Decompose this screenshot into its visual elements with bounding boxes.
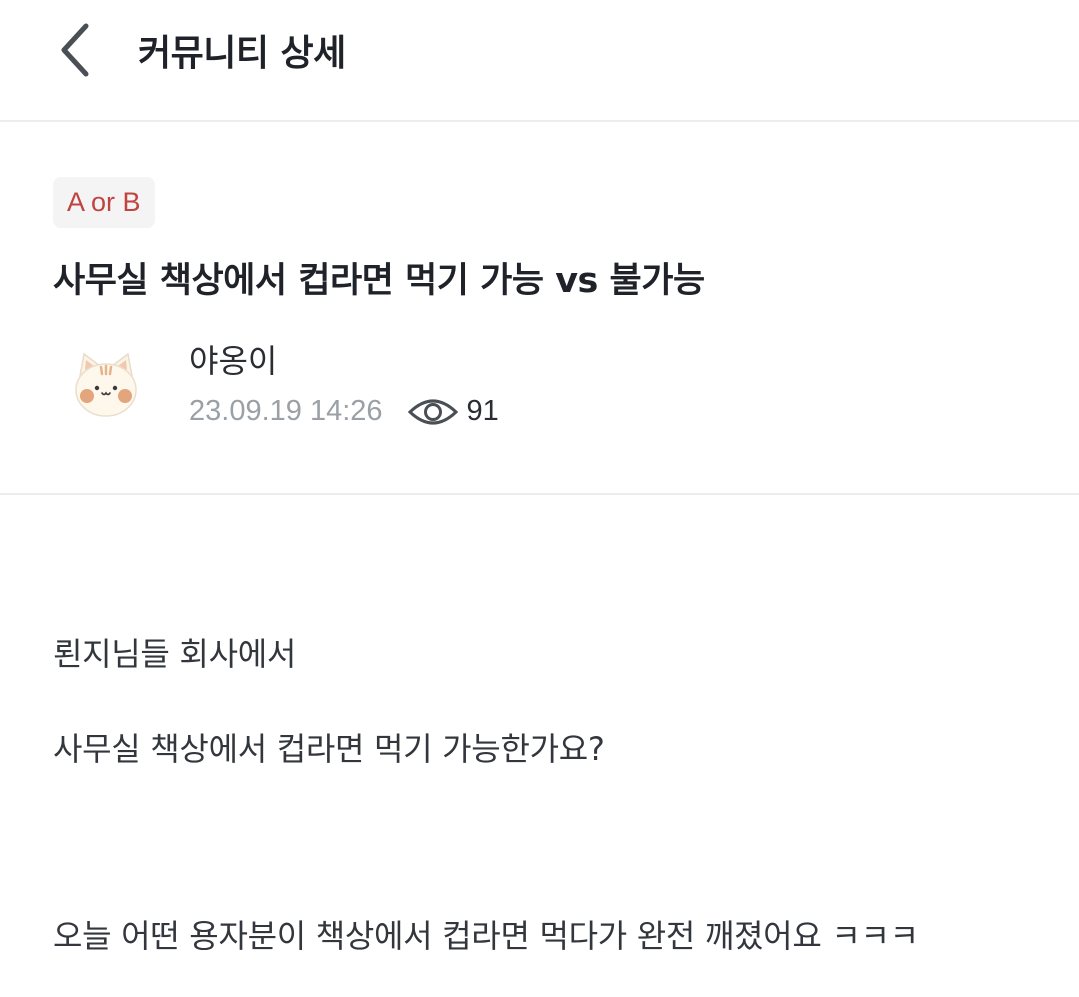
post-header: A or B 사무실 책상에서 컵라면 먹기 가능 vs 불가능 야옹이 23.… bbox=[0, 122, 1079, 495]
view-count: 91 bbox=[466, 395, 499, 427]
post-meta: 23.09.19 14:26 91 bbox=[189, 395, 499, 428]
author-name[interactable]: 야옹이 bbox=[189, 336, 277, 382]
top-app-bar: 커뮤니티 상세 bbox=[0, 0, 1079, 122]
chevron-left-icon bbox=[61, 23, 89, 77]
back-button[interactable] bbox=[48, 18, 100, 82]
post-title: 사무실 책상에서 컵라면 먹기 가능 vs 불가능 bbox=[53, 261, 705, 301]
eye-icon bbox=[407, 396, 459, 428]
post-body-line: 사무실 책상에서 컵라면 먹기 가능한가요? bbox=[53, 730, 605, 768]
post-body-line: 뢴지님들 회사에서 bbox=[53, 635, 296, 673]
page-title: 커뮤니티 상세 bbox=[138, 33, 346, 74]
category-tag[interactable]: A or B bbox=[53, 177, 155, 228]
cat-avatar-icon bbox=[75, 352, 137, 417]
post-body-line: 오늘 어떤 용자분이 책상에서 컵라면 먹다가 완전 깨졌어요 ㅋㅋㅋ bbox=[53, 917, 919, 955]
post-date: 23.09.19 14:26 bbox=[189, 395, 383, 427]
avatar[interactable] bbox=[70, 348, 142, 420]
